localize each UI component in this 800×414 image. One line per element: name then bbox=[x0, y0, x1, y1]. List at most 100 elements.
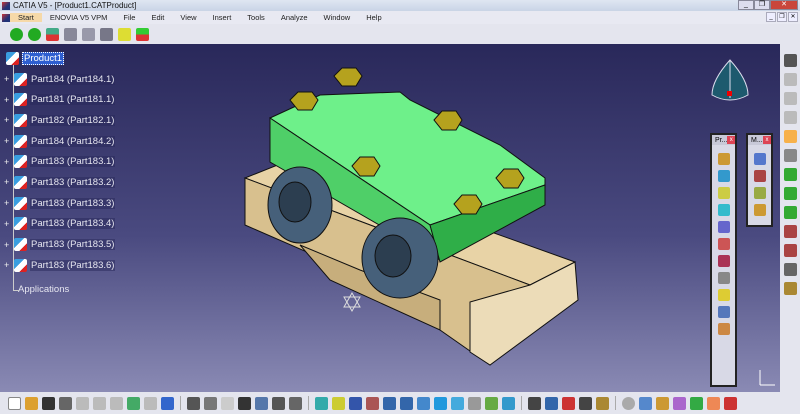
catia-logo-icon[interactable] bbox=[724, 396, 737, 410]
doc-minimize-button[interactable]: _ bbox=[766, 12, 776, 22]
manage-representations-icon[interactable] bbox=[717, 306, 730, 318]
catalog-browser-icon[interactable] bbox=[255, 396, 268, 410]
update-icon[interactable] bbox=[545, 396, 558, 410]
open-icon[interactable] bbox=[25, 396, 38, 410]
menu-insert[interactable]: Insert bbox=[205, 13, 240, 22]
inertia-icon[interactable] bbox=[596, 396, 609, 410]
positioning-icon[interactable] bbox=[717, 221, 730, 233]
zoom-out-icon[interactable] bbox=[400, 396, 413, 410]
stop-manipulate-icon[interactable] bbox=[136, 27, 149, 41]
menu-file[interactable]: File bbox=[115, 13, 143, 22]
plane-icon[interactable] bbox=[639, 396, 652, 410]
expand-icon[interactable]: + bbox=[4, 95, 12, 104]
swap-space-icon[interactable] bbox=[502, 396, 515, 410]
menu-tools[interactable]: Tools bbox=[239, 13, 273, 22]
doc-restore-button[interactable]: ❐ bbox=[777, 12, 787, 22]
catalog-icon[interactable] bbox=[783, 206, 797, 219]
measure-icon[interactable] bbox=[118, 27, 131, 41]
manipulate-icon[interactable] bbox=[10, 27, 23, 41]
select-arrow-icon[interactable] bbox=[783, 130, 797, 143]
expand-icon[interactable]: + bbox=[4, 219, 12, 228]
save-icon[interactable] bbox=[42, 396, 55, 410]
expand-icon[interactable]: + bbox=[4, 199, 12, 208]
generate-numbering-icon[interactable] bbox=[717, 272, 730, 284]
hide-show-icon[interactable] bbox=[485, 396, 498, 410]
constraint-icon[interactable] bbox=[783, 73, 797, 86]
constraint-icon[interactable] bbox=[783, 92, 797, 105]
tree-node[interactable]: + Part181 (Part181.1) bbox=[4, 89, 116, 110]
constraint-icon[interactable] bbox=[783, 111, 797, 124]
expand-icon[interactable]: + bbox=[4, 178, 12, 187]
sync-icon[interactable] bbox=[622, 396, 635, 410]
existing-component-icon[interactable] bbox=[717, 204, 730, 216]
menu-enovia[interactable]: ENOVIA V5 VPM bbox=[42, 13, 116, 22]
help-icon[interactable] bbox=[161, 396, 174, 410]
selective-load-icon[interactable] bbox=[717, 289, 730, 301]
tree-node[interactable]: + Part183 (Part183.4) bbox=[4, 214, 116, 235]
explode-icon[interactable] bbox=[753, 204, 766, 216]
tree-node[interactable]: + Part182 (Part182.1) bbox=[4, 110, 116, 131]
copy-icon[interactable] bbox=[93, 396, 106, 410]
tree-node[interactable]: + Part183 (Part183.1) bbox=[4, 151, 116, 172]
scene-icon[interactable] bbox=[783, 225, 797, 238]
tree-node-applications[interactable]: Applications bbox=[12, 278, 69, 295]
formula-icon[interactable] bbox=[187, 396, 200, 410]
graph-tree-icon[interactable] bbox=[717, 255, 730, 267]
tree-node[interactable]: + Part183 (Part183.2) bbox=[4, 172, 116, 193]
product-icon[interactable] bbox=[717, 170, 730, 182]
new-icon[interactable] bbox=[8, 396, 21, 410]
annotation-icon[interactable] bbox=[783, 282, 797, 295]
pan-icon[interactable] bbox=[349, 396, 362, 410]
specs-icon[interactable] bbox=[289, 396, 302, 410]
multi-view-icon[interactable] bbox=[434, 396, 447, 410]
explode-icon[interactable] bbox=[46, 27, 59, 41]
section-icon[interactable] bbox=[82, 27, 95, 41]
paste-icon[interactable] bbox=[110, 396, 123, 410]
gear-icon[interactable] bbox=[783, 54, 797, 67]
catalog-icon[interactable] bbox=[783, 168, 797, 181]
menu-start[interactable]: Start bbox=[10, 13, 42, 22]
expand-icon[interactable]: + bbox=[4, 137, 12, 146]
measure-between-icon[interactable] bbox=[562, 396, 575, 410]
snap-icon[interactable] bbox=[753, 170, 766, 182]
comment-icon[interactable] bbox=[204, 396, 217, 410]
undo-icon[interactable] bbox=[127, 396, 140, 410]
tree-node[interactable]: + Part184 (Part184.1) bbox=[4, 69, 116, 90]
capture-icon[interactable] bbox=[528, 396, 541, 410]
iso-view-icon[interactable] bbox=[451, 396, 464, 410]
minimize-button[interactable]: _ bbox=[738, 0, 754, 10]
material-icon[interactable] bbox=[673, 396, 686, 410]
menu-window[interactable]: Window bbox=[316, 13, 359, 22]
expand-icon[interactable]: + bbox=[4, 157, 12, 166]
expand-icon[interactable]: + bbox=[4, 261, 12, 270]
menu-analyze[interactable]: Analyze bbox=[273, 13, 316, 22]
cut-icon[interactable] bbox=[76, 396, 89, 410]
measure-item-icon[interactable] bbox=[579, 396, 592, 410]
tree-node[interactable]: + Part183 (Part183.6) bbox=[4, 255, 116, 276]
menu-help[interactable]: Help bbox=[358, 13, 389, 22]
toolbar-close-button[interactable]: x bbox=[727, 136, 735, 144]
rotate-icon[interactable] bbox=[366, 396, 379, 410]
doc-close-button[interactable]: ✕ bbox=[788, 12, 798, 22]
normal-view-icon[interactable] bbox=[417, 396, 430, 410]
tree-node[interactable]: + Part183 (Part183.3) bbox=[4, 193, 116, 214]
render-style-icon[interactable] bbox=[468, 396, 481, 410]
close-button[interactable]: ✕ bbox=[770, 0, 798, 10]
fit-all-icon[interactable] bbox=[332, 396, 345, 410]
component-icon[interactable] bbox=[717, 153, 730, 165]
toolbar-close-button[interactable]: x bbox=[763, 136, 771, 144]
expand-icon[interactable]: + bbox=[4, 116, 12, 125]
redo-icon[interactable] bbox=[144, 396, 157, 410]
scene-icon[interactable] bbox=[783, 244, 797, 257]
multi-instantiation-icon[interactable] bbox=[717, 323, 730, 335]
clash-icon[interactable] bbox=[64, 27, 77, 41]
smart-move-icon[interactable] bbox=[753, 187, 766, 199]
restore-button[interactable]: ❐ bbox=[754, 0, 770, 10]
menu-view[interactable]: View bbox=[172, 13, 204, 22]
analysis-icon[interactable] bbox=[783, 263, 797, 276]
fly-mode-icon[interactable] bbox=[315, 396, 328, 410]
manipulation-icon[interactable] bbox=[753, 153, 766, 165]
apply-material-icon[interactable] bbox=[656, 396, 669, 410]
distance-icon[interactable] bbox=[100, 27, 113, 41]
print-icon[interactable] bbox=[59, 396, 72, 410]
